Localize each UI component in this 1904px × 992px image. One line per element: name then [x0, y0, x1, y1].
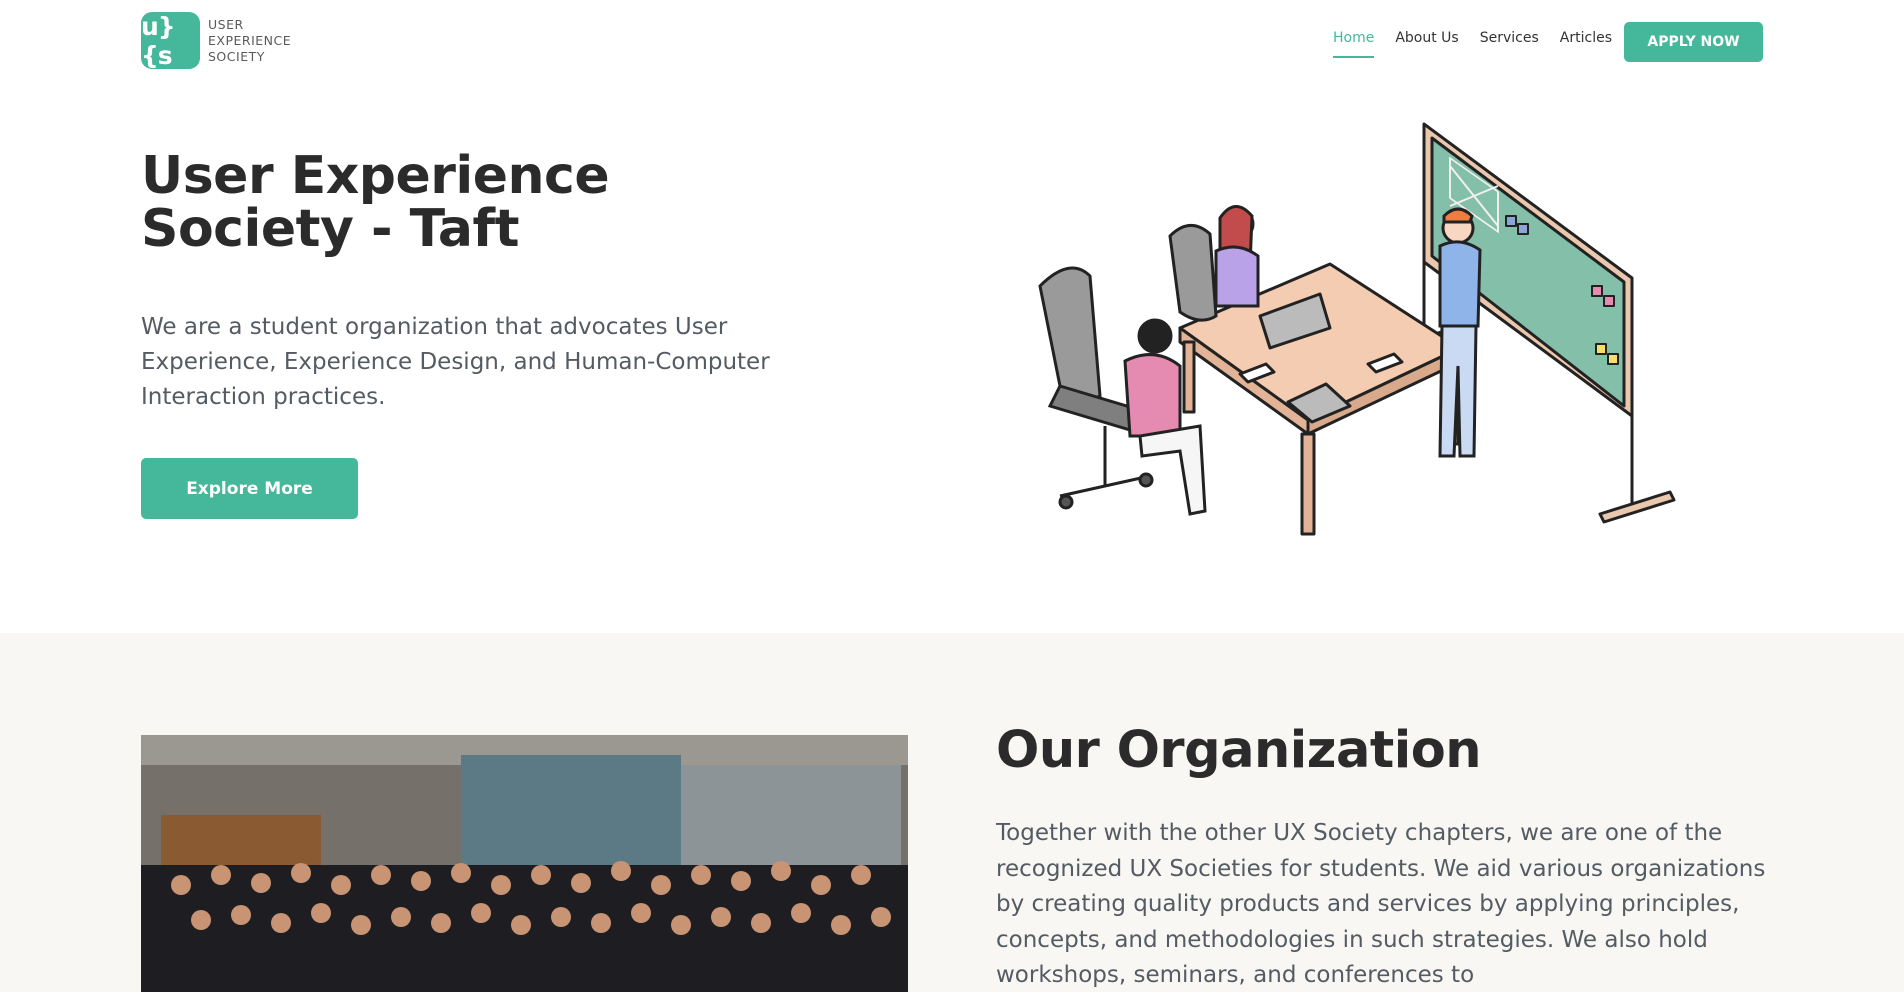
logo-line-1: USER — [208, 16, 244, 32]
logo-line-2: EXPERIENCE — [208, 32, 292, 48]
group-photo — [141, 735, 908, 992]
main-menu: Home About Us Services Articles — [1333, 30, 1633, 58]
top-navigation: u}{s USER EXPERIENCE SOCIETY Home About … — [0, 0, 1904, 86]
nav-item-services[interactable]: Services — [1480, 30, 1539, 58]
apply-now-button[interactable]: APPLY NOW — [1624, 22, 1763, 62]
hero-illustration — [1038, 122, 1676, 536]
logo-mark-icon: u}{s — [141, 12, 200, 70]
explore-more-button[interactable]: Explore More — [141, 458, 358, 519]
logo-line-3: SOCIETY — [208, 48, 265, 64]
hero-description: We are a student organization that advoc… — [141, 314, 770, 410]
nav-item-home[interactable]: Home — [1333, 30, 1375, 58]
logo-wordmark: USER EXPERIENCE SOCIETY — [208, 17, 291, 65]
hero-title: User Experience Society - Taft — [141, 146, 610, 259]
whiteboard-illustration — [1388, 122, 1676, 524]
organization-section: Our Organization Together with the other… — [0, 633, 1904, 992]
site-logo[interactable]: u}{s USER EXPERIENCE SOCIETY — [141, 12, 291, 70]
nav-item-articles[interactable]: Articles — [1560, 30, 1612, 58]
organization-title: Our Organization — [996, 721, 1482, 780]
nav-item-about-us[interactable]: About Us — [1395, 30, 1458, 58]
organization-description: Together with the other UX Society chapt… — [996, 820, 1766, 988]
